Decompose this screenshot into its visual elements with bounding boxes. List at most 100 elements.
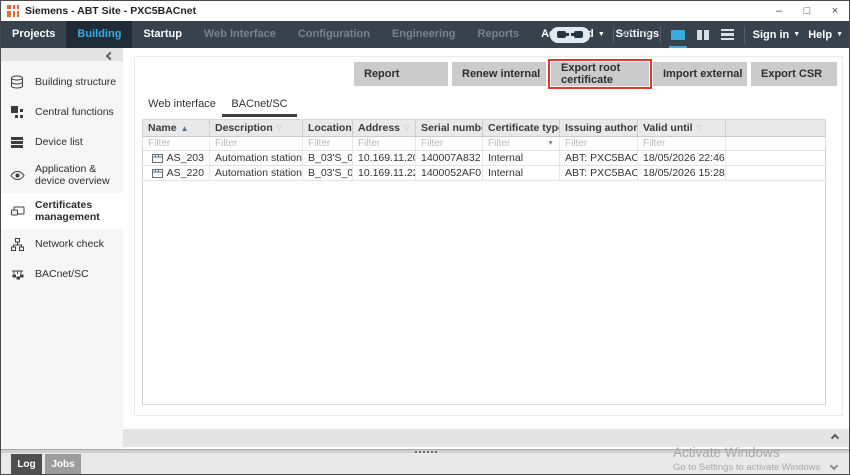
sidebar-collapse-button[interactable]	[107, 50, 113, 62]
cell-address: 10.169.11.220	[353, 166, 416, 180]
renew-internal-button[interactable]: Renew internal	[452, 62, 546, 86]
tab-bacnet-sc[interactable]: BACnet/SC	[222, 95, 297, 117]
toolbar-separator	[660, 27, 661, 43]
cell-valid-until: 18/05/2026 22:46:45	[638, 151, 726, 165]
table-row[interactable]: AS_220 Automation station 220 B_03'S_01 …	[143, 166, 825, 181]
sidebar-item-building-structure[interactable]: Building structure	[1, 67, 123, 97]
bottom-collapse-bar[interactable]	[123, 429, 850, 447]
filter-input-issuing-authority[interactable]: Filter	[560, 137, 638, 150]
col-header-description[interactable]: Description▽	[210, 120, 303, 136]
import-external-button[interactable]: Import external	[653, 62, 747, 86]
sign-in-caret-icon: ▼	[793, 31, 800, 38]
dropdown-caret-icon: ▼	[547, 140, 554, 147]
cell-empty	[726, 166, 825, 180]
toolbar-separator	[613, 27, 614, 43]
menu-engineering: Engineering	[381, 21, 467, 48]
cell-description: Automation station 203	[210, 151, 303, 165]
filter-input-serial-number[interactable]: Filter	[416, 137, 483, 150]
split-view-icon[interactable]	[695, 21, 711, 48]
filter-input-address[interactable]: Filter	[353, 137, 416, 150]
col-header-valid-until[interactable]: Valid until▽	[638, 120, 726, 136]
filter-empty	[726, 137, 825, 150]
filter-icon: ▽	[277, 124, 282, 132]
filter-icon: ▽	[697, 124, 702, 132]
log-tab[interactable]: Log	[11, 454, 42, 474]
sidebar-header	[1, 48, 123, 61]
central-functions-icon	[9, 105, 25, 119]
export-csr-button[interactable]: Export CSR	[751, 62, 837, 86]
col-header-issuing-authority[interactable]: Issuing authority▽	[560, 120, 638, 136]
app-icon	[7, 5, 19, 17]
maximize-button[interactable]: □	[793, 1, 821, 21]
close-button[interactable]: ×	[821, 1, 849, 21]
automation-station-icon	[152, 169, 163, 178]
eye-icon	[9, 168, 25, 183]
sidebar-item-bacnet-sc[interactable]: BACnet/SC	[1, 259, 123, 289]
cell-serial-number: 1400052AF0	[416, 166, 483, 180]
menu-reports: Reports	[467, 21, 531, 48]
table-row[interactable]: AS_203 Automation station 203 B_03'S_01 …	[143, 151, 825, 166]
cell-empty	[726, 151, 825, 165]
help-caret-icon: ▼	[836, 31, 843, 38]
menu-building[interactable]: Building	[66, 21, 132, 48]
help-menu[interactable]: Help▼	[808, 29, 843, 41]
cell-certificate-type: Internal	[483, 166, 560, 180]
cell-address: 10.169.11.203	[353, 151, 416, 165]
sidebar: Building structure Central functions Dev…	[1, 48, 123, 449]
col-header-name[interactable]: Name▲	[143, 120, 210, 136]
col-header-location[interactable]: Location▽	[303, 120, 353, 136]
cell-serial-number: 140007A832	[416, 151, 483, 165]
device-list-icon	[9, 135, 25, 149]
bottom-expand-control[interactable]	[831, 460, 837, 472]
filter-input-valid-until[interactable]: Filter	[638, 137, 726, 150]
filter-select-certificate-type[interactable]: Filter▼	[483, 137, 560, 150]
filter-input-location[interactable]: Filter	[303, 137, 353, 150]
sort-ascending-icon: ▲	[181, 124, 189, 133]
filter-input-name[interactable]: Filter	[143, 137, 210, 150]
col-header-serial-number[interactable]: Serial number▽	[416, 120, 483, 136]
window-title: Siemens - ABT Site - PXC5BACnet	[25, 5, 196, 17]
tab-web-interface[interactable]: Web interface	[142, 95, 222, 117]
report-button[interactable]: Report	[354, 62, 448, 86]
jobs-tab[interactable]: Jobs	[45, 454, 81, 474]
table-header-row: Name▲ Description▽ Location▽ Address▽ Se…	[143, 120, 825, 137]
cell-name: AS_220	[143, 166, 210, 180]
menu-configuration: Configuration	[287, 21, 381, 48]
col-header-certificate-type[interactable]: Certificate type▽	[483, 120, 560, 136]
redo-icon: ↷	[641, 21, 652, 48]
cell-location: B_03'S_01	[303, 151, 353, 165]
cell-issuing-authority: ABT: PXC5BACnet	[560, 151, 638, 165]
connection-dropdown-caret-icon[interactable]: ▼	[598, 31, 605, 38]
chevron-down-icon	[830, 462, 838, 470]
col-header-empty	[726, 120, 825, 136]
cell-name: AS_203	[143, 151, 210, 165]
undo-icon: ↶	[622, 21, 633, 48]
minimize-button[interactable]: –	[765, 1, 793, 21]
certificate-icon	[9, 204, 25, 219]
filter-input-description[interactable]: Filter	[210, 137, 303, 150]
filter-icon: ▽	[404, 124, 409, 132]
connection-toggle-icon[interactable]	[550, 27, 590, 43]
cell-description: Automation station 220	[210, 166, 303, 180]
content-panel: Report Renew internal Export root certif…	[134, 56, 843, 416]
sign-in-menu[interactable]: Sign in▼	[753, 29, 801, 41]
rows-view-icon[interactable]	[719, 21, 736, 48]
bottom-panel: Log Jobs	[1, 453, 849, 475]
col-header-address[interactable]: Address▽	[353, 120, 416, 136]
title-bar: Siemens - ABT Site - PXC5BACnet – □ ×	[1, 1, 849, 21]
chevron-up-icon[interactable]	[831, 434, 839, 442]
certificates-table: Name▲ Description▽ Location▽ Address▽ Se…	[142, 119, 826, 405]
single-view-icon[interactable]	[669, 21, 687, 48]
sidebar-item-central-functions[interactable]: Central functions	[1, 97, 123, 127]
toolbar-separator	[744, 27, 745, 43]
table-filter-row: Filter Filter Filter Filter Filter Filte…	[143, 137, 825, 151]
sidebar-item-network-check[interactable]: Network check	[1, 229, 123, 259]
export-root-certificate-button[interactable]: Export root certificate	[551, 62, 649, 86]
sidebar-item-certificates-management[interactable]: Certificates management	[1, 193, 123, 229]
sidebar-item-application-device-overview[interactable]: Application & device overview	[1, 157, 123, 193]
menu-startup[interactable]: Startup	[132, 21, 193, 48]
cell-location: B_03'S_01	[303, 166, 353, 180]
sidebar-item-device-list[interactable]: Device list	[1, 127, 123, 157]
app-window: Siemens - ABT Site - PXC5BACnet – □ × Pr…	[0, 0, 850, 475]
menu-projects[interactable]: Projects	[1, 21, 66, 48]
